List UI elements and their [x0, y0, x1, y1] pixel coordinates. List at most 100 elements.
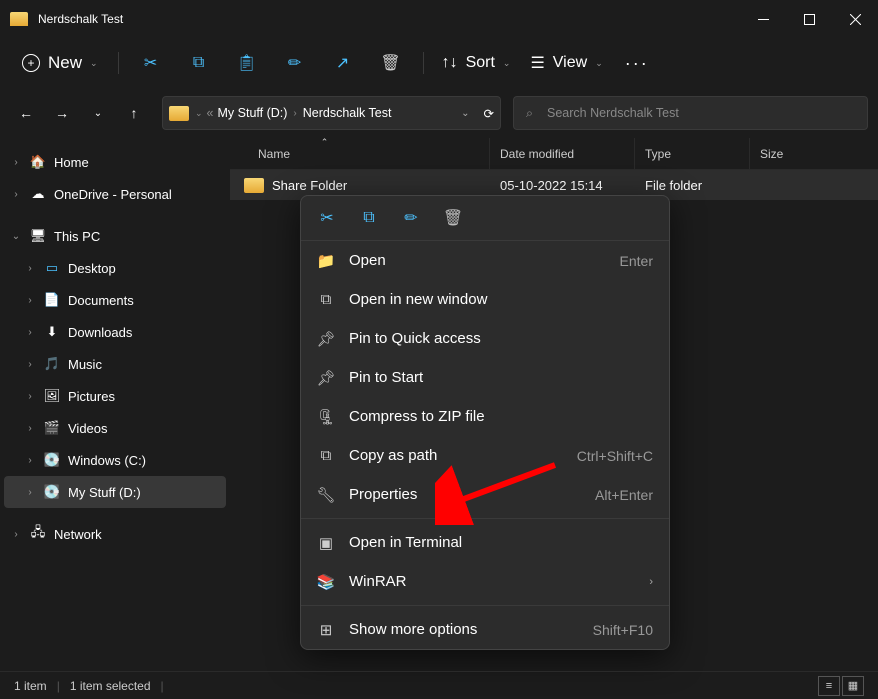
- sidebar-item-music[interactable]: ›🎵Music: [4, 348, 226, 380]
- documents-icon: 📄: [42, 292, 62, 308]
- chevron-right-icon: ›: [24, 487, 36, 498]
- view-icon: ☰: [530, 53, 544, 73]
- chevron-right-icon: ›: [24, 359, 36, 370]
- toolbar: + New ⌄ ✂ ⧉ 📋︎ ✏︎ ↗ 🗑︎ ↑↓ Sort ⌄ ☰ View …: [0, 38, 878, 88]
- rename-icon[interactable]: ✏︎: [401, 208, 421, 228]
- back-button[interactable]: ←: [10, 97, 42, 129]
- sidebar-item-thispc[interactable]: ⌄🖥This PC: [4, 220, 226, 252]
- menu-show-more[interactable]: ⊞ Show more options Shift+F10: [301, 610, 669, 649]
- separator: [118, 52, 119, 74]
- delete-icon[interactable]: 🗑︎: [371, 45, 411, 81]
- chevron-right-icon: ›: [24, 423, 36, 434]
- sort-icon: ↑↓: [442, 54, 458, 72]
- details-view-button[interactable]: ≡: [818, 676, 840, 696]
- chevron-right-icon: ›: [293, 108, 296, 119]
- menu-open-new-window[interactable]: ⧉ Open in new window: [301, 280, 669, 319]
- paste-icon[interactable]: 📋︎: [227, 45, 267, 81]
- separator: [301, 518, 669, 519]
- context-menu: ✂ ⧉ ✏︎ 🗑︎ 📁 Open Enter ⧉ Open in new win…: [300, 195, 670, 650]
- chevron-right-icon: ›: [10, 529, 22, 540]
- column-size[interactable]: Size: [750, 138, 878, 169]
- thumbnails-view-button[interactable]: ▦: [842, 676, 864, 696]
- search-input[interactable]: ⌕ Search Nerdschalk Test: [513, 96, 868, 130]
- chevron-right-icon: ›: [24, 455, 36, 466]
- sidebar-item-videos[interactable]: ›🎬Videos: [4, 412, 226, 444]
- item-count: 1 item: [14, 679, 47, 693]
- menu-winrar[interactable]: 📚 WinRAR ›: [301, 562, 669, 601]
- sidebar-item-pictures[interactable]: ›🖼Pictures: [4, 380, 226, 412]
- minimize-button[interactable]: [740, 3, 786, 35]
- menu-properties[interactable]: 🔧︎ Properties Alt+Enter: [301, 475, 669, 514]
- breadcrumb-folder[interactable]: Nerdschalk Test: [303, 106, 392, 120]
- chevron-right-icon: ›: [10, 189, 22, 200]
- breadcrumb[interactable]: ⌄ « My Stuff (D:) › Nerdschalk Test ⌄ ⟳: [162, 96, 501, 130]
- separator: [423, 52, 424, 74]
- properties-icon: 🔧︎: [317, 486, 335, 504]
- cell-name: Share Folder: [230, 178, 490, 193]
- delete-icon[interactable]: 🗑︎: [443, 208, 463, 228]
- sidebar-item-documents[interactable]: ›📄Documents: [4, 284, 226, 316]
- menu-pin-start[interactable]: 📌︎ Pin to Start: [301, 358, 669, 397]
- search-placeholder: Search Nerdschalk Test: [547, 106, 679, 120]
- pin-icon: 📌︎: [317, 369, 335, 387]
- sidebar-item-desktop[interactable]: ›▭Desktop: [4, 252, 226, 284]
- menu-open-terminal[interactable]: ▣ Open in Terminal: [301, 523, 669, 562]
- view-button[interactable]: ☰ View ⌄: [522, 47, 610, 79]
- chevron-right-icon: ›: [649, 576, 653, 588]
- folder-icon: [169, 106, 189, 121]
- menu-open[interactable]: 📁 Open Enter: [301, 241, 669, 280]
- chevron-right-icon: ›: [10, 157, 22, 168]
- new-button[interactable]: + New ⌄: [12, 47, 108, 79]
- plus-icon: +: [22, 54, 40, 72]
- more-icon: ⊞: [317, 621, 335, 639]
- breadcrumb-prefix: «: [207, 106, 214, 120]
- column-name[interactable]: Name⌃: [230, 138, 490, 169]
- zip-icon: 🗜︎: [317, 408, 335, 426]
- new-window-icon: ⧉: [317, 291, 335, 308]
- share-icon[interactable]: ↗: [323, 45, 363, 81]
- chevron-down-icon: ⌄: [595, 58, 603, 69]
- network-icon: 🖧: [28, 523, 48, 545]
- sidebar-item-downloads[interactable]: ›⬇Downloads: [4, 316, 226, 348]
- up-button[interactable]: ↑: [118, 97, 150, 129]
- maximize-button[interactable]: [786, 3, 832, 35]
- refresh-button[interactable]: ⟳: [484, 106, 494, 121]
- copy-icon[interactable]: ⧉: [179, 45, 219, 81]
- sidebar-item-home[interactable]: ›🏠Home: [4, 146, 226, 178]
- pin-icon: 📌︎: [317, 330, 335, 348]
- dropdown-button[interactable]: ⌄: [461, 108, 469, 119]
- pictures-icon: 🖼: [42, 388, 62, 404]
- column-date[interactable]: Date modified: [490, 138, 635, 169]
- home-icon: 🏠: [28, 154, 48, 170]
- recent-button[interactable]: ⌄: [82, 97, 114, 129]
- sidebar-item-network[interactable]: ›🖧Network: [4, 518, 226, 550]
- more-button[interactable]: ···: [615, 53, 659, 74]
- breadcrumb-drive[interactable]: My Stuff (D:): [218, 106, 288, 120]
- column-type[interactable]: Type: [635, 138, 750, 169]
- cut-icon[interactable]: ✂: [317, 208, 337, 228]
- selection-count: 1 item selected: [70, 679, 151, 693]
- forward-button[interactable]: →: [46, 97, 78, 129]
- new-label: New: [48, 53, 82, 73]
- sidebar-item-onedrive[interactable]: ›☁OneDrive - Personal: [4, 178, 226, 210]
- rename-icon[interactable]: ✏︎: [275, 45, 315, 81]
- winrar-icon: 📚: [317, 573, 335, 591]
- sort-button[interactable]: ↑↓ Sort ⌄: [434, 48, 519, 78]
- chevron-right-icon: ›: [24, 327, 36, 338]
- drive-icon: 💽: [42, 452, 62, 468]
- menu-pin-quick-access[interactable]: 📌︎ Pin to Quick access: [301, 319, 669, 358]
- chevron-down-icon: ⌄: [503, 58, 511, 69]
- copy-icon[interactable]: ⧉: [359, 208, 379, 228]
- sidebar: ›🏠Home ›☁OneDrive - Personal ⌄🖥This PC ›…: [0, 138, 230, 677]
- chevron-down-icon: ⌄: [10, 231, 22, 242]
- menu-copy-path[interactable]: ⧉ Copy as path Ctrl+Shift+C: [301, 436, 669, 475]
- drive-icon: 💽: [42, 484, 62, 500]
- sidebar-item-windows-c[interactable]: ›💽Windows (C:): [4, 444, 226, 476]
- pc-icon: 🖥: [28, 228, 48, 244]
- cloud-icon: ☁: [28, 186, 48, 202]
- sidebar-item-mystuff-d[interactable]: ›💽My Stuff (D:): [4, 476, 226, 508]
- menu-compress-zip[interactable]: 🗜︎ Compress to ZIP file: [301, 397, 669, 436]
- cut-icon[interactable]: ✂: [131, 45, 171, 81]
- close-button[interactable]: [832, 3, 878, 35]
- sort-label: Sort: [466, 54, 495, 72]
